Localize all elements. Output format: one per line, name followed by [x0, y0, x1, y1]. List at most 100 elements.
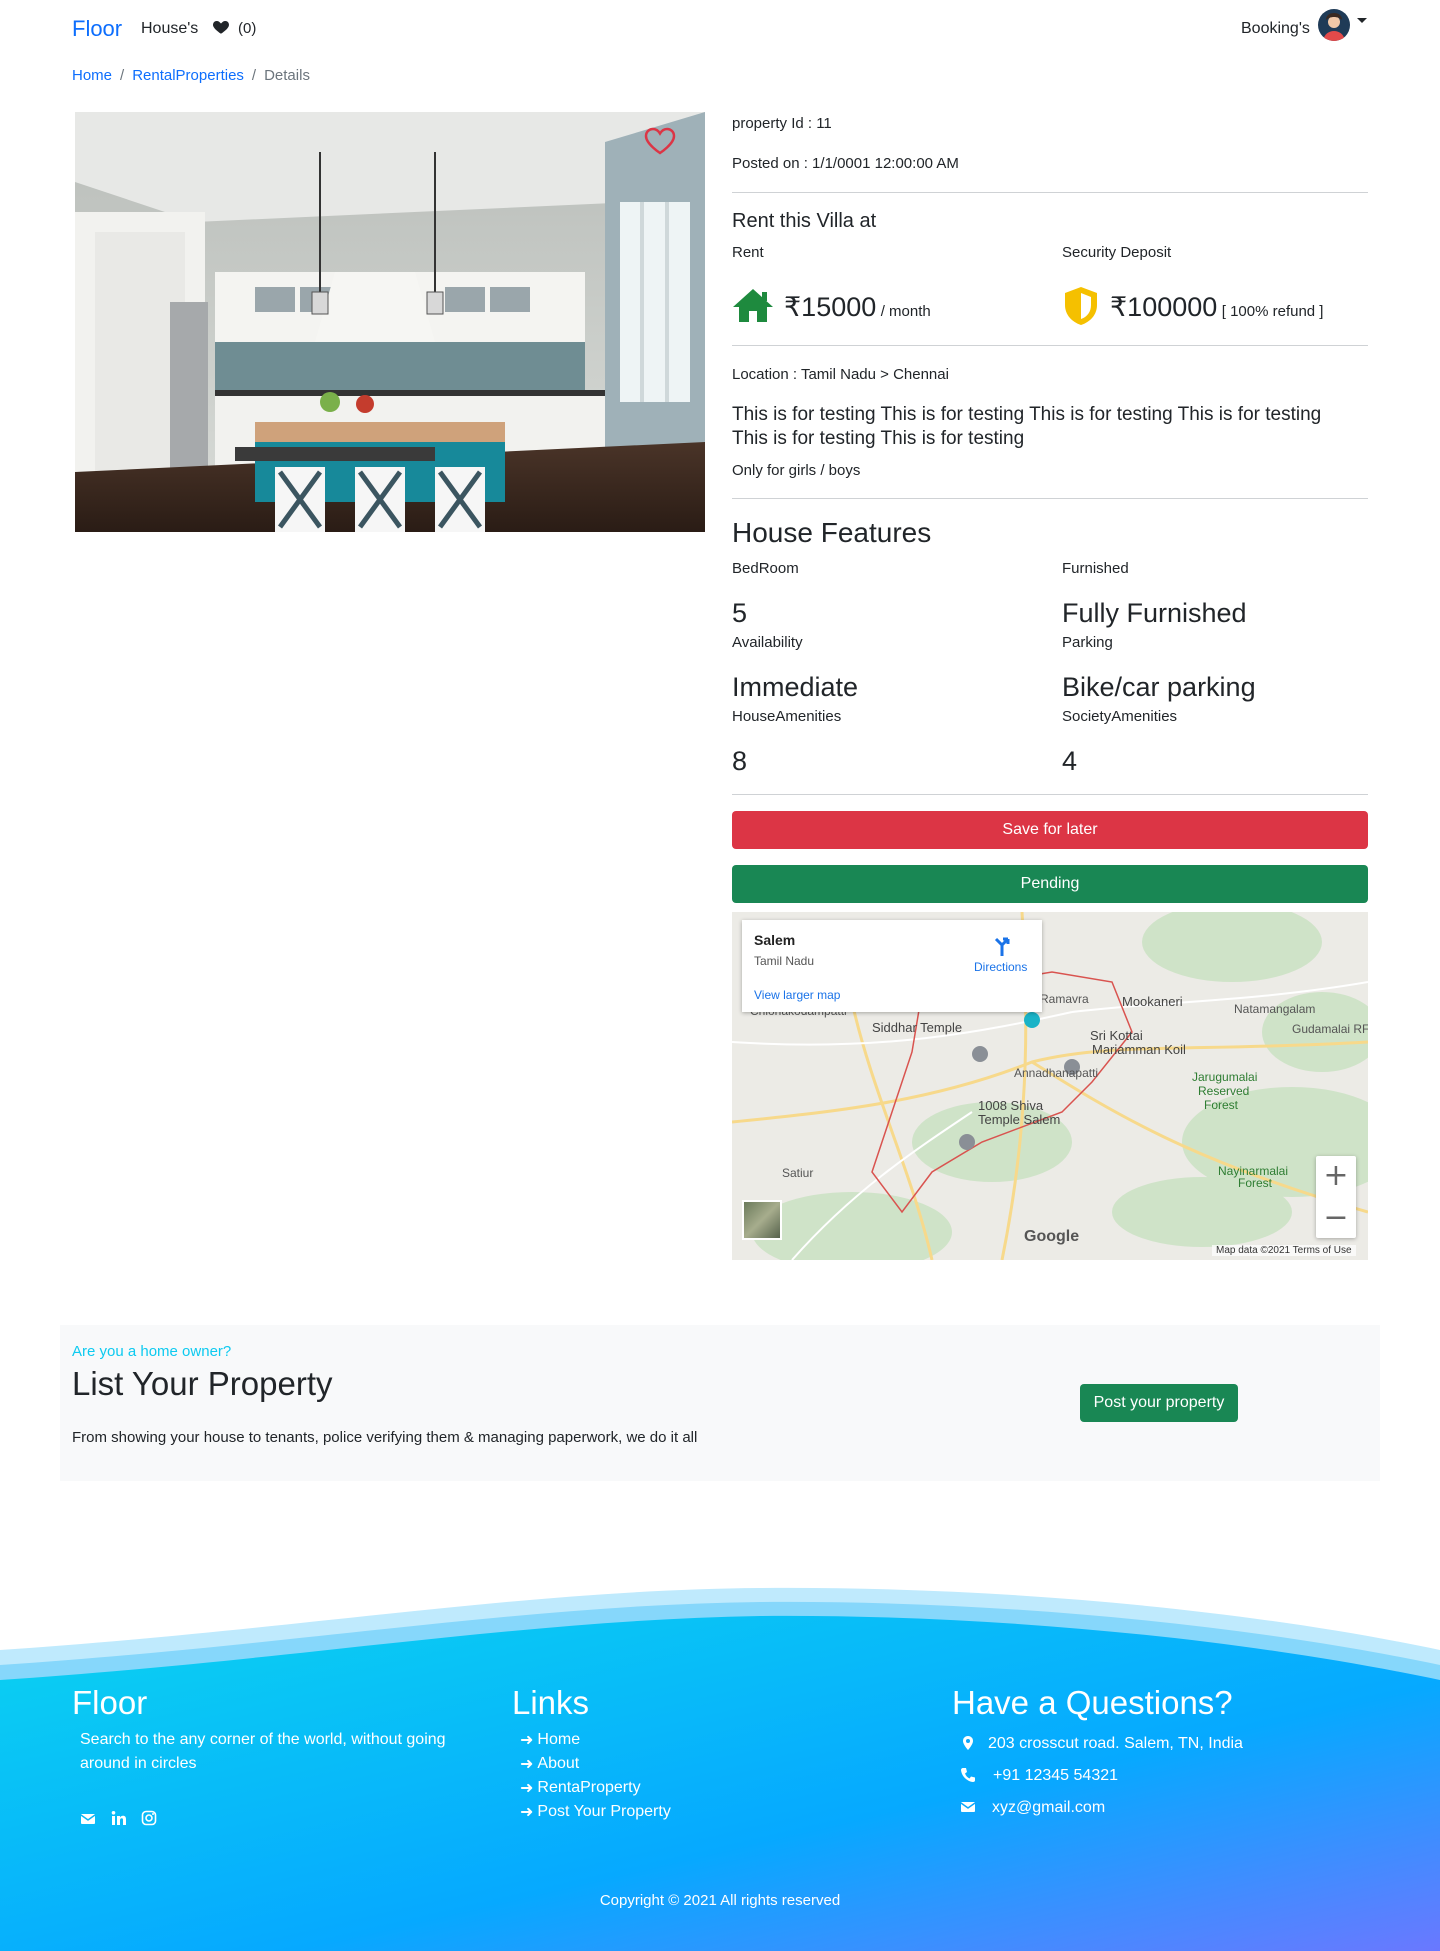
rent-label: Rent [732, 244, 764, 261]
map-label: Annadhanapatti [1014, 1066, 1099, 1080]
email-social-icon[interactable] [80, 1811, 96, 1827]
breadcrumb-current: Details [264, 67, 310, 84]
save-for-later-button[interactable]: Save for later [732, 811, 1368, 849]
breadcrumb-separator: / [251, 67, 257, 84]
nav-link-bookings[interactable]: Booking's [1241, 20, 1310, 38]
footer: Floor Search to the any corner of the wo… [0, 1580, 1440, 1951]
wishlist-heart-icon[interactable] [212, 18, 230, 36]
location-map[interactable]: Chionakodampatti Siddhar Temple Ramavra … [732, 912, 1368, 1260]
user-avatar[interactable] [1318, 9, 1350, 41]
post-property-button[interactable]: Post your property [1080, 1384, 1238, 1422]
google-logo: Google [1024, 1228, 1080, 1245]
booking-status-button[interactable]: Pending [732, 865, 1368, 903]
map-label: Reserved [1198, 1084, 1250, 1098]
footer-links-title: Links [512, 1684, 590, 1721]
footer-link-home[interactable]: ➜ Home [520, 1730, 580, 1750]
nav-link-houses[interactable]: House's [141, 20, 198, 38]
instagram-icon[interactable] [141, 1810, 157, 1826]
map-place-card: Salem Tamil Nadu View larger map Directi… [742, 920, 1042, 1012]
tenant-restriction: Only for girls / boys [732, 462, 861, 479]
property-description: This is for testing This is for testing … [732, 404, 1322, 449]
house-icon [733, 289, 773, 322]
map-label: Ramavra [1040, 992, 1089, 1006]
map-label: Forest [1204, 1098, 1239, 1112]
map-label: Sri Kottai [1090, 1028, 1143, 1043]
deposit-label: Security Deposit [1062, 244, 1172, 261]
map-label: 1008 Shiva [978, 1098, 1044, 1113]
map-label: Jarugumalai [1192, 1070, 1258, 1084]
society-amenities-label: SocietyAmenities [1062, 708, 1178, 725]
house-amenities-value: 8 [732, 746, 748, 776]
footer-email[interactable]: xyz@gmail.com [992, 1796, 1105, 1820]
availability-value: Immediate [732, 672, 859, 702]
view-larger-map-link[interactable]: View larger map [754, 988, 840, 1002]
promo-text: From showing your house to tenants, poli… [72, 1429, 698, 1446]
footer-brand: Floor [72, 1684, 148, 1721]
footer-link-label: About [537, 1755, 580, 1772]
brand-logo[interactable]: Floor [72, 16, 122, 42]
divider [732, 498, 1368, 499]
parking-label: Parking [1062, 634, 1113, 651]
linkedin-icon[interactable] [111, 1810, 127, 1826]
footer-link-label: Home [537, 1731, 581, 1748]
parking-value: Bike/car parking [1062, 672, 1256, 702]
wishlist-count[interactable]: (0) [238, 20, 256, 37]
footer-link-post-property[interactable]: ➜ Post Your Property [520, 1802, 671, 1822]
footer-link-renta-property[interactable]: ➜ RentaProperty [520, 1778, 641, 1798]
divider [732, 192, 1368, 193]
furnished-label: Furnished [1062, 560, 1129, 577]
house-amenities-label: HouseAmenities [732, 708, 842, 725]
rent-value: ₹15000 [784, 292, 877, 322]
user-menu-caret-icon[interactable] [1357, 18, 1367, 23]
furnished-value: Fully Furnished [1062, 598, 1247, 628]
breadcrumb: Home / RentalProperties / Details [72, 67, 310, 84]
rent-heading: Rent this Villa at [732, 210, 877, 232]
email-icon [960, 1802, 976, 1812]
map-label: Gudamalai RF [1292, 1022, 1368, 1036]
breadcrumb-separator: / [120, 67, 125, 84]
footer-link-about[interactable]: ➜ About [520, 1754, 579, 1774]
footer-contact-title: Have a Questions? [952, 1684, 1233, 1721]
map-label: Temple Salem [978, 1112, 1061, 1127]
satellite-toggle[interactable] [742, 1200, 782, 1240]
deposit-note: [ 100% refund ] [1221, 303, 1324, 320]
location-pin-icon [963, 1736, 973, 1750]
zoom-in-button[interactable]: + [1316, 1156, 1356, 1196]
map-label: Forest [1238, 1176, 1273, 1190]
property-photo [75, 112, 705, 532]
kitchen-photo-image [75, 112, 705, 532]
map-attribution[interactable]: Map data ©2021 Terms of Use [1212, 1245, 1356, 1256]
map-place-subtitle: Tamil Nadu [754, 954, 815, 968]
footer-address: 203 crosscut road. Salem, TN, India [988, 1735, 1243, 1752]
bedroom-label: BedRoom [732, 560, 799, 577]
directions-icon[interactable] [990, 934, 1014, 958]
directions-link[interactable]: Directions [974, 960, 1027, 974]
arrow-right-icon: ➜ [520, 1780, 534, 1797]
shield-icon [1065, 287, 1097, 325]
top-navbar: Floor House's (0) Booking's [0, 0, 1440, 56]
breadcrumb-home[interactable]: Home [72, 67, 112, 84]
map-label: Siddhar Temple [872, 1020, 963, 1035]
footer-phone: +91 12345 54321 [993, 1767, 1119, 1784]
map-label: Mariamman Koil [1092, 1042, 1186, 1057]
divider [732, 794, 1368, 795]
divider [732, 345, 1368, 346]
footer-tagline: Search to the any corner of the world, w… [80, 1731, 446, 1772]
map-place-title: Salem [754, 932, 796, 948]
zoom-out-button[interactable]: − [1316, 1198, 1356, 1238]
property-id: property Id : 11 [732, 115, 832, 132]
arrow-right-icon: ➜ [520, 1732, 534, 1749]
deposit-amount: ₹100000 [ 100% refund ] [1110, 292, 1323, 323]
footer-link-label: RentaProperty [537, 1779, 641, 1796]
avatar-person-icon [1323, 13, 1345, 41]
posted-date: Posted on : 1/1/0001 12:00:00 AM [732, 155, 959, 172]
rent-amount: ₹15000 / month [784, 292, 931, 323]
availability-label: Availability [732, 634, 803, 651]
phone-icon [961, 1768, 975, 1782]
favorite-heart-icon[interactable] [643, 126, 677, 156]
breadcrumb-rental-properties[interactable]: RentalProperties [132, 67, 244, 84]
map-label: Mookaneri [1122, 994, 1183, 1009]
location-text: Location : Tamil Nadu > Chennai [732, 366, 949, 383]
footer-link-label: Post Your Property [537, 1803, 671, 1820]
list-property-banner: Are you a home owner? List Your Property… [60, 1325, 1380, 1481]
